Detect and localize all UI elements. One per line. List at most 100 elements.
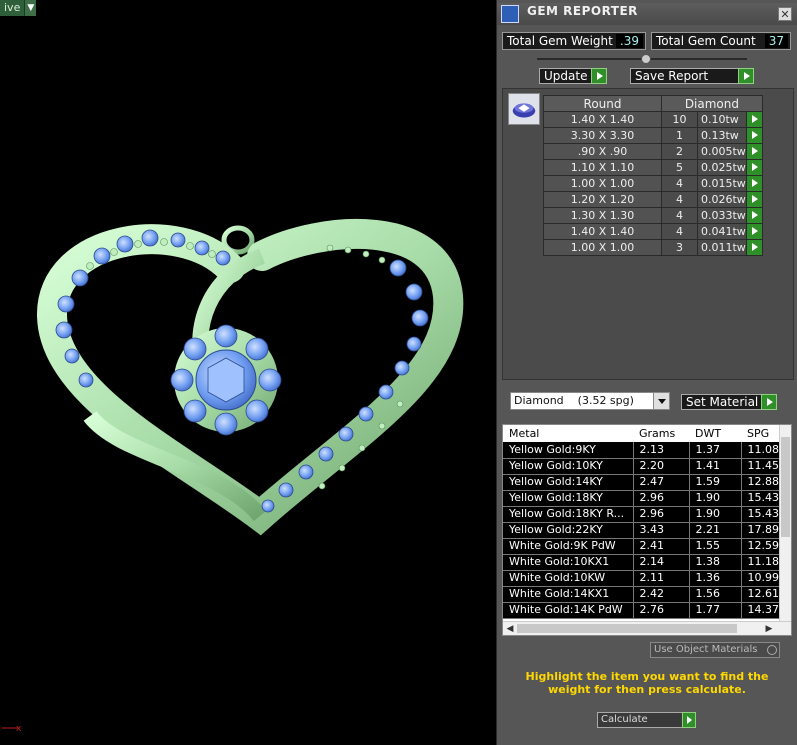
panel-slider-thumb[interactable] (641, 54, 651, 64)
gem-count: 4 (661, 207, 698, 224)
select-gem-arrow-icon[interactable] (745, 127, 763, 144)
metal-grams: 2.41 (633, 538, 690, 555)
gem-row[interactable]: 1.30 X 1.30 4 0.033tw (543, 207, 763, 224)
metal-name: Yellow Gold:9KY (503, 442, 634, 459)
metal-name: Yellow Gold:10KY (503, 458, 634, 475)
metal-column-header[interactable]: Metal (503, 425, 633, 442)
axis-indicator-icon: x (2, 724, 22, 734)
metal-row[interactable]: White Gold:14KX1 2.42 1.56 12.61 (503, 586, 788, 603)
metal-row[interactable]: Yellow Gold:18KY 2.96 1.90 15.43 (503, 490, 788, 507)
select-gem-arrow-icon[interactable] (745, 159, 763, 176)
metal-weight-table: Metal Grams DWT SPG Yellow Gold:9KY 2.13 1.37… (503, 425, 788, 619)
gem-size: .90 X .90 (543, 143, 662, 160)
calculate-button[interactable]: Calculate (597, 712, 696, 728)
panel-titlebar[interactable]: GEM REPORTER ✕ (497, 3, 797, 25)
set-material-button[interactable]: Set Material (681, 394, 777, 410)
gem-size: 1.00 X 1.00 (543, 239, 662, 256)
metal-row[interactable]: White Gold:14K PdW 2.76 1.77 14.37 (503, 602, 788, 619)
metal-grams: 2.96 (633, 506, 690, 523)
vertical-scrollbar[interactable] (779, 425, 791, 621)
total-gem-weight-box: Total Gem Weight .39 (502, 32, 646, 50)
metal-dwt: 2.21 (689, 522, 742, 539)
gem-size: 3.30 X 3.30 (543, 127, 662, 144)
metal-column-header[interactable]: DWT (689, 425, 741, 442)
metal-column-header-label: DWT (695, 427, 722, 440)
gem-row[interactable]: .90 X .90 2 0.005tw (543, 143, 763, 160)
metal-row[interactable]: Yellow Gold:18KY R... 2.96 1.90 15.43 (503, 506, 788, 523)
metal-dwt: 1.90 (689, 506, 742, 523)
use-object-materials-toggle[interactable]: Use Object Materials (650, 642, 780, 658)
metal-row[interactable]: White Gold:10KX1 2.14 1.38 11.18 (503, 554, 788, 571)
gem-row[interactable]: 1.40 X 1.40 4 0.041tw (543, 223, 763, 240)
gem-weight: 0.015tw (697, 175, 747, 192)
metal-name: White Gold:14KX1 (503, 586, 634, 603)
gem-row[interactable]: 1.00 X 1.00 4 0.015tw (543, 175, 763, 192)
save-report-button[interactable]: Save Report (630, 68, 754, 84)
metal-dwt: 1.90 (689, 490, 742, 507)
select-gem-arrow-icon[interactable] (745, 207, 763, 224)
update-button[interactable]: Update (539, 68, 607, 84)
gem-row[interactable]: 1.20 X 1.20 4 0.026tw (543, 191, 763, 208)
view-mode-label: ive (0, 0, 25, 16)
gem-material-select-value: Diamond (3.52 spg) (514, 394, 634, 407)
chevron-down-icon[interactable] (653, 393, 669, 409)
view-mode-tab[interactable]: ive ▼ (0, 0, 37, 16)
horizontal-scrollbar-thumb[interactable] (517, 624, 737, 633)
metal-column-header[interactable]: Grams (633, 425, 689, 442)
metal-column-header-label: Metal (509, 427, 540, 440)
metal-column-header-label: SPG (747, 427, 770, 440)
set-material-button-label: Set Material (686, 395, 759, 409)
play-arrow-icon (738, 68, 754, 84)
metal-row[interactable]: Yellow Gold:9KY 2.13 1.37 11.08 (503, 442, 788, 459)
scroll-left-icon[interactable]: ◀ (504, 623, 516, 635)
metal-name: White Gold:9K PdW (503, 538, 634, 555)
metal-weight-list[interactable]: Metal Grams DWT SPG Yellow Gold:9KY 2.13 1.37… (502, 424, 792, 636)
gem-row[interactable]: 3.30 X 3.30 1 0.13tw (543, 127, 763, 144)
select-gem-arrow-icon[interactable] (745, 111, 763, 128)
metal-row[interactable]: Yellow Gold:10KY 2.20 1.41 11.45 (503, 458, 788, 475)
metal-name: Yellow Gold:14KY (503, 474, 634, 491)
metal-grams: 2.47 (633, 474, 690, 491)
metal-dwt: 1.55 (689, 538, 742, 555)
metal-grams: 2.76 (633, 602, 690, 619)
metal-row[interactable]: Yellow Gold:22KY 3.43 2.21 17.89 (503, 522, 788, 539)
gem-list-box: Round Diamond 1.40 X 1.40 10 0.10tw 3.30 X … (502, 88, 794, 380)
gem-weight: 0.041tw (697, 223, 747, 240)
gem-row[interactable]: 1.00 X 1.00 3 0.011tw (543, 239, 763, 256)
select-gem-arrow-icon[interactable] (745, 223, 763, 240)
chevron-down-icon[interactable]: ▼ (24, 0, 37, 16)
vertical-scrollbar-thumb[interactable] (781, 437, 790, 537)
play-arrow-icon (682, 712, 696, 728)
select-gem-arrow-icon[interactable] (745, 143, 763, 160)
gem-row[interactable]: 1.40 X 1.40 10 0.10tw (543, 111, 763, 128)
radio-icon[interactable] (767, 645, 777, 655)
gem-material-select[interactable]: Diamond (3.52 spg) (510, 392, 670, 410)
select-gem-arrow-icon[interactable] (745, 239, 763, 256)
metal-row[interactable]: Yellow Gold:14KY 2.47 1.59 12.88 (503, 474, 788, 491)
round-diamond-thumbnail-icon[interactable] (508, 93, 540, 125)
scroll-right-icon[interactable]: ▶ (763, 623, 775, 635)
play-arrow-icon (591, 68, 607, 84)
update-button-label: Update (544, 69, 588, 83)
gem-weight: 0.005tw (697, 143, 747, 160)
metal-row[interactable]: White Gold:9K PdW 2.41 1.55 12.59 (503, 538, 788, 555)
close-button[interactable]: ✕ (778, 7, 792, 21)
select-gem-arrow-icon[interactable] (745, 175, 763, 192)
metal-name: White Gold:14K PdW (503, 602, 634, 619)
3d-viewport[interactable]: ive ▼ x (0, 0, 496, 745)
horizontal-scrollbar[interactable]: ◀ ▶ (503, 621, 791, 635)
select-gem-arrow-icon[interactable] (745, 191, 763, 208)
gem-row[interactable]: 1.10 X 1.10 5 0.025tw (543, 159, 763, 176)
metal-name: Yellow Gold:22KY (503, 522, 634, 539)
metal-grams: 3.43 (633, 522, 690, 539)
metal-row[interactable]: White Gold:10KW 2.11 1.36 10.99 (503, 570, 788, 587)
metal-grams: 2.20 (633, 458, 690, 475)
save-report-button-label: Save Report (635, 69, 709, 83)
panel-title: GEM REPORTER (527, 4, 638, 18)
gem-size: 1.20 X 1.20 (543, 191, 662, 208)
gem-material-header: Diamond (661, 95, 763, 112)
metal-name: Yellow Gold:18KY (503, 490, 634, 507)
close-icon: ✕ (780, 8, 790, 21)
gem-size: 1.00 X 1.00 (543, 175, 662, 192)
metal-name: Yellow Gold:18KY R... (503, 506, 634, 523)
